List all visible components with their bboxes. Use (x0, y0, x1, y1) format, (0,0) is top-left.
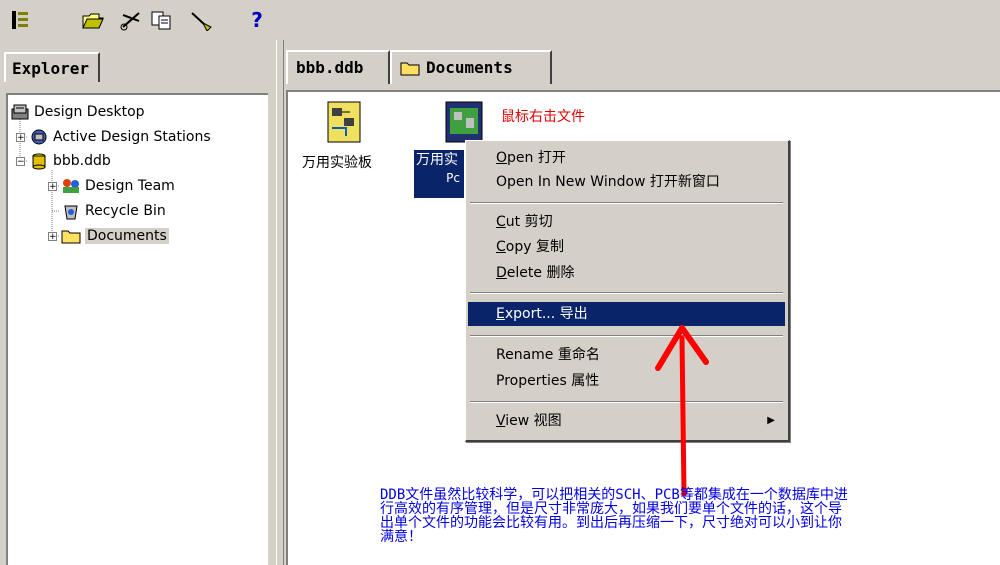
context-menu: Open 打开 Open In New Window 打开新窗口 Cut 剪切 … (465, 140, 790, 442)
menu-separator (470, 202, 783, 204)
tree-item-design-desktop[interactable]: Design Desktop (10, 101, 145, 123)
expand-plus-icon[interactable]: + (16, 132, 25, 142)
menu-item-view[interactable]: View 视图 ▶ (468, 409, 785, 433)
file-label-sub: Pc (446, 171, 460, 185)
menu-separator (470, 292, 783, 294)
paste-icon[interactable] (186, 6, 216, 34)
pane-splitter[interactable] (276, 40, 284, 565)
tab-explorer-label: Explorer (12, 59, 90, 78)
tab-documents[interactable]: Documents (390, 50, 552, 84)
annotation-explanation: DDB文件虽然比较科学，可以把相关的SCH、PCB等都集成在一个数据库中进 行高… (380, 488, 998, 544)
explorer-tree-pane[interactable]: Design Desktop + Active Design Stations … (6, 93, 268, 565)
menu-item-delete[interactable]: Delete 删除 (468, 261, 785, 285)
tree-item-label: Active Design Stations (53, 129, 211, 145)
toolbar: ? (0, 0, 1000, 40)
database-icon (32, 153, 46, 170)
help-icon[interactable]: ? (242, 6, 272, 34)
tree-item-bbb-ddb[interactable]: − bbb.ddb (16, 150, 111, 172)
expand-plus-icon[interactable]: + (48, 231, 57, 241)
file-label: 万用实 (416, 152, 458, 168)
tree-item-label: Design Desktop (34, 104, 145, 120)
annotation-line: 满意！ (380, 529, 422, 545)
folder-icon (400, 62, 420, 76)
schematic-document-icon (327, 101, 361, 143)
file-label[interactable]: 万用实验板 (302, 152, 372, 172)
cut-icon[interactable] (116, 6, 146, 34)
collapse-minus-icon[interactable]: − (16, 156, 25, 166)
menu-separator (470, 401, 783, 403)
file-label-selected[interactable]: 万用实 Pc (414, 150, 464, 198)
copy-icon[interactable] (146, 6, 176, 34)
recycle-bin-icon (64, 205, 78, 220)
tree-item-design-team[interactable]: + Design Team (48, 175, 175, 197)
pcb-document-icon (445, 101, 483, 143)
help-glyph: ? (251, 8, 263, 32)
tree-item-label: Documents (85, 228, 169, 244)
file-item[interactable] (322, 98, 368, 150)
menu-separator (470, 335, 783, 337)
tab-explorer[interactable]: Explorer (4, 52, 100, 82)
annotation-right-click: 鼠标右击文件 (501, 109, 585, 125)
tree-view-icon[interactable] (6, 6, 36, 34)
menu-item-open-new-window[interactable]: Open In New Window 打开新窗口 (468, 170, 785, 194)
expand-plus-icon[interactable]: + (48, 181, 57, 191)
menu-item-cut[interactable]: Cut 剪切 (468, 210, 785, 234)
folder-icon (61, 230, 81, 244)
submenu-arrow-icon: ▶ (767, 415, 775, 426)
menu-item-copy[interactable]: Copy 复制 (468, 235, 785, 259)
tree-item-label: Design Team (85, 178, 175, 194)
design-desktop-icon (11, 104, 29, 120)
tree-item-active-design-stations[interactable]: + Active Design Stations (16, 126, 211, 148)
tab-label: bbb.ddb (296, 58, 364, 77)
red-arrow-annotation (655, 325, 709, 497)
team-icon (63, 179, 79, 193)
menu-item-properties[interactable]: Properties 属性 (468, 369, 785, 393)
tab-label: Documents (426, 58, 513, 77)
tab-bbb-ddb[interactable]: bbb.ddb (286, 50, 390, 84)
tree-item-label: bbb.ddb (53, 153, 111, 169)
menu-item-open[interactable]: Open 打开 (468, 146, 785, 170)
annotation-line: 出单个文件的功能会比较有用。到出后再压缩一下，尺寸绝对可以小到让你 (380, 515, 842, 531)
annotation-line: 行高效的有序管理，但是尺寸非常庞大，如果我们要单个文件的话，这个导 (380, 501, 842, 517)
tree-item-label: Recycle Bin (85, 203, 166, 219)
annotation-line: DDB文件虽然比较科学，可以把相关的SCH、PCB等都集成在一个数据库中进 (380, 487, 848, 503)
tree-item-recycle-bin[interactable]: Recycle Bin (61, 200, 166, 222)
open-folder-icon[interactable] (78, 6, 108, 34)
tree-item-documents[interactable]: + Documents (48, 225, 169, 247)
menu-item-rename[interactable]: Rename 重命名 (468, 343, 785, 367)
menu-item-export[interactable]: Export... 导出 (468, 302, 785, 326)
stations-icon (31, 129, 47, 145)
